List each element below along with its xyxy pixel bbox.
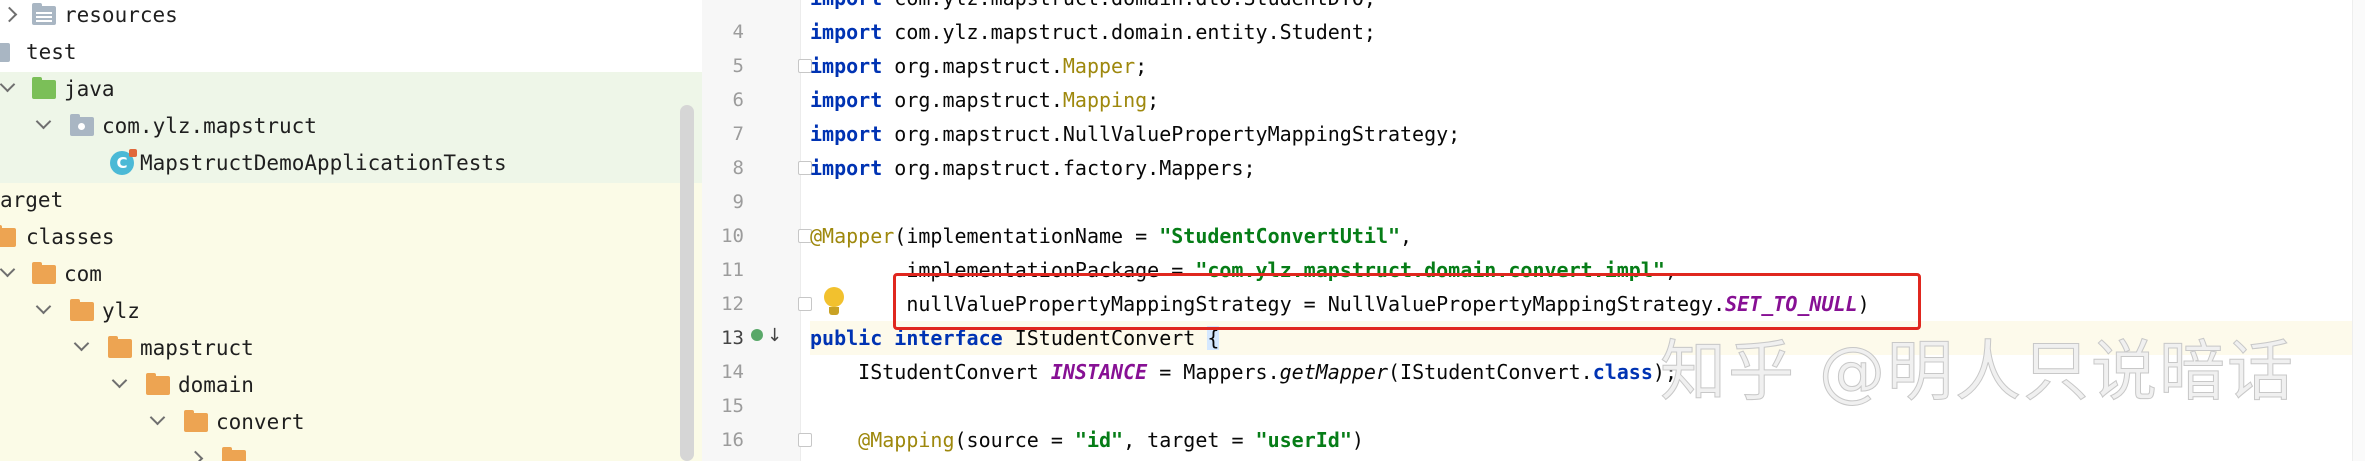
folder-icon xyxy=(0,43,10,62)
folder-icon xyxy=(0,225,16,247)
line-number: 6 xyxy=(732,89,744,111)
tree-item-label: test xyxy=(26,40,77,64)
line-number: 4 xyxy=(732,21,744,43)
tree-item-label: ylz xyxy=(102,299,140,323)
line-number: 12 xyxy=(721,293,744,315)
tree-item-label: arget xyxy=(0,188,64,212)
folder-icon xyxy=(222,447,246,461)
run-test-icon[interactable]: ↓ xyxy=(751,325,783,346)
project-tree: resources test java com.ylz.mapstruct C … xyxy=(0,0,702,461)
line-number: 10 xyxy=(721,225,744,247)
editor-scrollbar[interactable] xyxy=(2352,0,2365,461)
chevron-right-icon[interactable] xyxy=(187,450,204,461)
test-class-icon: C xyxy=(110,149,137,175)
code-line: @Mapper(implementationName = "StudentCon… xyxy=(810,224,1413,248)
chevron-down-icon[interactable] xyxy=(35,113,52,130)
chevron-down-icon[interactable] xyxy=(111,372,128,389)
line-number: 15 xyxy=(721,395,744,417)
line-number: 13 xyxy=(721,327,744,349)
tree-item-convert[interactable]: convert xyxy=(0,405,702,442)
folder-icon xyxy=(70,299,94,321)
editor-gutter: 4 5 6 7 8 9 10 11 12 13 14 15 16 xyxy=(702,0,812,461)
chevron-down-icon[interactable] xyxy=(0,261,16,278)
tree-item-label: com xyxy=(64,262,102,286)
tree-item-label: domain xyxy=(178,373,254,397)
line-number: 14 xyxy=(721,361,744,383)
tree-scrollbar[interactable] xyxy=(680,105,694,461)
tree-item-label: classes xyxy=(26,225,115,249)
tree-item-label: com.ylz.mapstruct xyxy=(102,114,317,138)
tree-item-java[interactable]: java xyxy=(0,72,702,109)
test-sources-folder-icon xyxy=(32,77,56,99)
tree-item-test-class[interactable]: C MapstructDemoApplicationTests xyxy=(0,146,702,183)
code-line: @Mapping(source = "id", target = "userId… xyxy=(858,428,1364,452)
code-line: import org.mapstruct.Mapping; xyxy=(810,88,1160,112)
chevron-down-icon[interactable] xyxy=(35,298,52,315)
lightbulb-base xyxy=(829,307,839,315)
tree-item-resources[interactable]: resources xyxy=(0,0,702,35)
tree-item-classes[interactable]: classes xyxy=(0,220,702,257)
tree-item-test[interactable]: test xyxy=(0,35,702,72)
resources-folder-icon xyxy=(32,3,56,25)
chevron-right-icon[interactable] xyxy=(1,6,18,23)
package-icon xyxy=(70,114,94,136)
tree-item-package[interactable]: com.ylz.mapstruct xyxy=(0,109,702,146)
tree-item-com[interactable]: com xyxy=(0,257,702,294)
lightbulb-glass xyxy=(824,287,844,307)
tree-item-label: MapstructDemoApplicationTests xyxy=(140,151,507,175)
line-number: 9 xyxy=(732,191,744,213)
watermark-outline: 知乎 @明人只说暗话 xyxy=(1660,333,2295,411)
chevron-down-icon[interactable] xyxy=(73,335,90,352)
line-number: 5 xyxy=(732,55,744,77)
tree-item-ylz[interactable]: ylz xyxy=(0,294,702,331)
chevron-down-icon[interactable] xyxy=(149,409,166,426)
tree-item-mapstruct[interactable]: mapstruct xyxy=(0,331,702,368)
tree-item-partial[interactable] xyxy=(0,442,702,461)
line-number: 16 xyxy=(721,429,744,451)
line-number: 7 xyxy=(732,123,744,145)
folder-icon xyxy=(146,373,170,395)
run-dot-icon xyxy=(751,329,763,341)
code-line: import com.ylz.mapstruct.domain.dto.Stud… xyxy=(810,0,2365,15)
chevron-down-icon[interactable] xyxy=(0,76,16,93)
code-line: import com.ylz.mapstruct.domain.entity.S… xyxy=(810,20,1376,44)
tree-item-domain[interactable]: domain xyxy=(0,368,702,405)
lightbulb-icon[interactable] xyxy=(822,287,844,317)
line-number: 11 xyxy=(721,259,744,281)
code-line: import org.mapstruct.factory.Mappers; xyxy=(810,156,1256,180)
code-line: import org.mapstruct.Mapper; xyxy=(810,54,1148,78)
tree-item-label: mapstruct xyxy=(140,336,254,360)
tree-item-label: convert xyxy=(216,410,305,434)
tree-item-label: java xyxy=(64,77,115,101)
folder-icon xyxy=(108,336,132,358)
tree-item-target[interactable]: arget xyxy=(0,183,702,220)
line-number: 8 xyxy=(732,157,744,179)
arrow-down-icon: ↓ xyxy=(767,325,783,346)
folder-icon xyxy=(32,262,56,284)
tree-item-label: resources xyxy=(64,3,178,27)
folder-icon xyxy=(184,410,208,432)
code-line: import org.mapstruct.NullValuePropertyMa… xyxy=(810,122,1461,146)
